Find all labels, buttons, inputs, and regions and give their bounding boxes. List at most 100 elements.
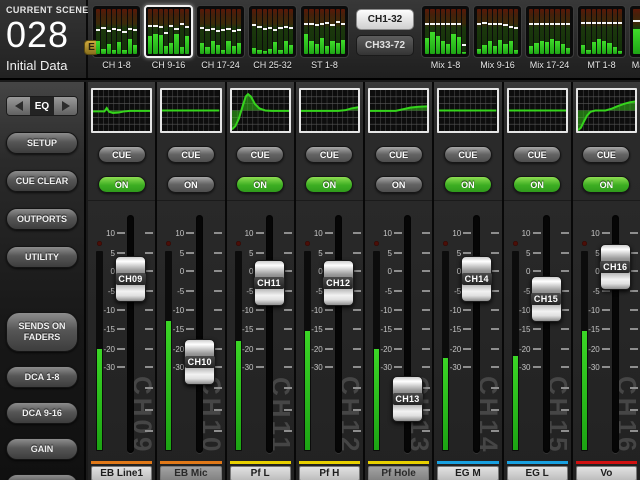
channel-name[interactable]: EG M [437,466,498,480]
bank-meter-box [300,5,349,58]
bank-tile-mt-1-8[interactable]: MT 1-8 [577,5,626,70]
fader-cap[interactable]: CH13 [392,376,423,422]
scale-tick [325,309,333,311]
bank-tile-mix-9-16[interactable]: Mix 9-16 [473,5,522,70]
bank-tile-ch-25-32[interactable]: CH 25-32 [248,5,297,70]
eq-curve-thumbnail[interactable] [507,88,568,133]
cue-button[interactable]: CUE [513,146,561,163]
bank-tile-mix-1-8[interactable]: Mix 1-8 [421,5,470,70]
scale-tick [561,328,569,330]
fader-slot[interactable] [266,215,273,453]
scale-tick [284,309,292,311]
bank-tile-mix-17-24[interactable]: Mix 17-24 [525,5,574,70]
eq-curve-thumbnail[interactable] [576,88,637,133]
fader-cap[interactable]: CH16 [600,244,631,290]
outports-button[interactable]: OUTPORTS [6,208,78,230]
bank-tile-ch-9-16[interactable]: CH 9-16 [144,5,193,70]
on-button[interactable]: ON [98,176,146,193]
mini-meter [581,9,585,54]
fader-slot[interactable] [335,215,342,453]
cue-clear-button[interactable]: CUE CLEAR [6,170,78,192]
dca-9-16-button[interactable]: DCA 9-16 [6,402,78,424]
cue-button[interactable]: CUE [305,146,353,163]
scale-tick [353,252,361,254]
fader-cap[interactable]: CH10 [184,339,215,385]
scale-tick [491,232,499,234]
level-meter [442,251,449,451]
bank-button-ch33-72[interactable]: CH33-72 [356,35,414,56]
eq-curve-thumbnail[interactable] [437,88,498,133]
channel-name[interactable]: EB Line1 [91,466,152,480]
bank-tile-st-1-8[interactable]: ST 1-8 [300,5,349,70]
channel-name[interactable]: Pf Hole [368,466,429,480]
fader-cap[interactable]: CH12 [323,260,354,306]
utility-button[interactable]: UTILITY [6,246,78,268]
scale-tick [186,328,194,330]
channel-name[interactable]: Pf L [230,466,291,480]
channel-name[interactable]: Vo [576,466,637,480]
fader-cap[interactable]: CH11 [254,260,285,306]
cue-button[interactable]: CUE [582,146,630,163]
on-button[interactable]: ON [444,176,492,193]
fader-cap[interactable]: CH14 [461,256,492,302]
right-arrow-icon [62,101,70,111]
eq-curve-thumbnail[interactable] [299,88,360,133]
eq-curve-thumbnail[interactable] [230,88,291,133]
bank-button-ch1-32[interactable]: CH1-32 [356,9,414,30]
scale-tick [284,409,292,411]
fader-slot[interactable] [543,215,550,453]
mini-meter [226,9,230,54]
scale-tick [186,309,194,311]
dca-1-8-button[interactable]: DCA 1-8 [6,366,78,388]
on-button[interactable]: ON [513,176,561,193]
cue-button[interactable]: CUE [167,146,215,163]
fader-cap[interactable]: CH09 [115,256,146,302]
scale-tick [602,309,610,311]
mini-meter-fill [226,41,230,54]
channel-name[interactable]: EG L [507,466,568,480]
nav-prev-button[interactable] [7,97,30,115]
mini-meter [128,9,132,54]
mini-meter [284,9,288,54]
nav-next-button[interactable] [54,97,77,115]
setup-button[interactable]: SETUP [6,132,78,154]
long-faders-button[interactable]: LONG FADERS [6,474,78,480]
fader-position-mark [430,23,434,25]
mini-meter [336,9,340,54]
cue-button[interactable]: CUE [98,146,146,163]
on-button[interactable]: ON [236,176,284,193]
on-button[interactable]: ON [582,176,630,193]
sends-on-faders-button[interactable]: SENDS ON FADERS [6,312,78,352]
scale-tick [630,387,638,389]
scale-tick [256,348,264,350]
on-button[interactable]: ON [167,176,215,193]
fader-slot[interactable] [196,215,203,453]
fader-slot[interactable] [473,215,480,453]
eq-curve-thumbnail[interactable] [91,88,152,133]
cue-button[interactable]: CUE [444,146,492,163]
bank-meter-box [525,5,574,58]
bank-tile-label: Mix 17-24 [530,60,570,70]
fader-slot[interactable] [127,215,134,453]
eq-curve-thumbnail[interactable] [368,88,429,133]
bank-tile-master[interactable]: Master [629,5,640,70]
scale-tick [284,366,292,368]
eq-curve-thumbnail[interactable] [160,88,221,133]
channel-name[interactable]: EB Mic [160,466,221,480]
mini-meter [252,9,256,54]
bank-tile-ch-17-24[interactable]: CH 17-24 [196,5,245,70]
mini-meter [586,9,590,54]
mini-meter-fill [122,50,126,54]
scale-tick [422,348,430,350]
mini-meter [566,9,570,54]
gain-button[interactable]: GAIN [6,438,78,460]
fader-cap[interactable]: CH15 [531,276,562,322]
fader-position-mark [226,28,230,30]
on-button[interactable]: ON [375,176,423,193]
on-button[interactable]: ON [305,176,353,193]
channel-name[interactable]: Pf H [299,466,360,480]
bank-tile-ch-1-8[interactable]: CH 1-8 [92,5,141,70]
scale-tick [394,366,402,368]
cue-button[interactable]: CUE [375,146,423,163]
cue-button[interactable]: CUE [236,146,284,163]
